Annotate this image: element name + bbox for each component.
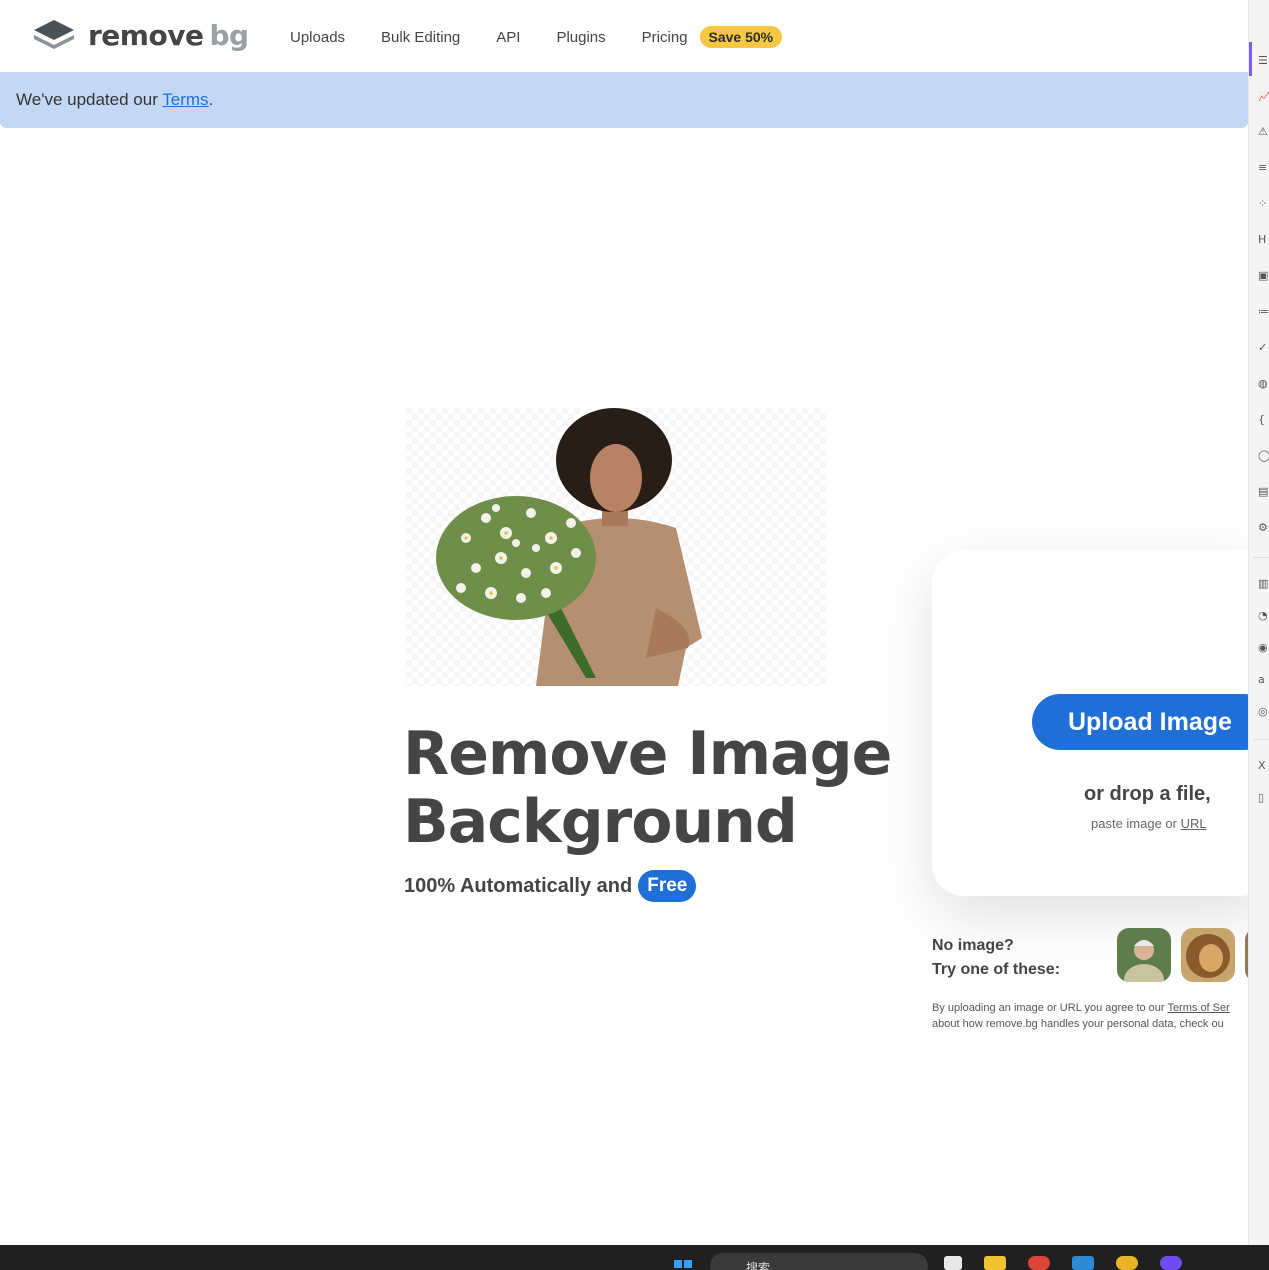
nav-api[interactable]: API: [496, 29, 520, 46]
site-header: remove bg Uploads Bulk Editing API Plugin…: [0, 0, 1248, 72]
main-nav: Uploads Bulk Editing API Plugins Pricing…: [290, 26, 783, 48]
taskbar-search-placeholder: 搜索: [746, 1261, 771, 1270]
user-icon[interactable]: ◯: [1258, 450, 1269, 462]
legal-line1-prefix: By uploading an image or URL you agree t…: [932, 1002, 1168, 1014]
amazon-icon[interactable]: a: [1258, 674, 1269, 686]
rail-divider-2: [1253, 739, 1269, 740]
pie-icon[interactable]: ◔: [1258, 610, 1269, 622]
x-icon[interactable]: X: [1258, 760, 1269, 772]
app-face-icon[interactable]: [1160, 1256, 1182, 1270]
paste-text: paste image or URL: [1091, 816, 1207, 831]
windows-start-icon[interactable]: [672, 1256, 694, 1270]
sample-image-lion[interactable]: [1181, 928, 1235, 982]
paste-prefix: paste image or: [1091, 816, 1181, 831]
legal-line1: By uploading an image or URL you agree t…: [932, 1000, 1248, 1016]
hero-subtitle: 100% Automatically and Free: [404, 870, 697, 902]
nav-pricing[interactable]: Pricing: [642, 29, 688, 46]
list-icon[interactable]: ☰: [1258, 55, 1269, 67]
nav-plugins[interactable]: Plugins: [556, 29, 605, 46]
link-check-icon[interactable]: ✓: [1258, 342, 1269, 354]
globe-icon[interactable]: ◍: [1258, 378, 1269, 390]
banner-prefix: We've updated our: [16, 90, 163, 109]
os-taskbar: 搜索: [0, 1245, 1269, 1270]
side-panel-rail: ☰ 📈 ⚠ ≡ ⁘ H ▣ ≔ ✓ ◍ { ◯ ▤ ⚙ ▥ ◔ ◉ a ◎ X …: [1248, 0, 1269, 1245]
sample-image-man[interactable]: [1117, 928, 1171, 982]
sample-prompt-line2: Try one of these:: [932, 961, 1061, 978]
app-check-icon[interactable]: [1116, 1256, 1138, 1270]
rail-divider: [1253, 557, 1269, 558]
hero-image: [406, 408, 826, 686]
heading-icon[interactable]: H: [1258, 234, 1269, 246]
hero-subtitle-text: 100% Automatically and: [404, 874, 633, 897]
hero-title-line2: Background: [403, 787, 798, 857]
logo-text: remove bg: [88, 19, 249, 52]
terms-banner: We've updated our Terms.: [0, 72, 1248, 128]
terms-link[interactable]: Terms: [162, 90, 208, 109]
banner-suffix: .: [208, 90, 214, 109]
hero-title: Remove Image Background: [403, 720, 903, 856]
legal-text: By uploading an image or URL you agree t…: [932, 1000, 1248, 1032]
chrome-icon[interactable]: [1028, 1256, 1050, 1270]
rail-active-indicator: [1249, 42, 1252, 76]
code-braces-icon[interactable]: {: [1258, 414, 1269, 426]
save-badge[interactable]: Save 50%: [699, 26, 783, 48]
nav-bulk-editing[interactable]: Bulk Editing: [381, 29, 460, 46]
chart-line-icon[interactable]: 📈: [1258, 90, 1269, 102]
file-explorer-icon[interactable]: [984, 1256, 1006, 1270]
glasses-icon[interactable]: ◎: [1258, 706, 1269, 718]
logo-layers-icon: [34, 20, 74, 49]
building-icon[interactable]: ▥: [1258, 578, 1269, 590]
vscode-icon[interactable]: [1072, 1256, 1094, 1270]
warning-icon[interactable]: ⚠: [1258, 126, 1269, 138]
trash-icon[interactable]: ▯: [1258, 792, 1269, 804]
terms-of-service-link[interactable]: Terms of Ser: [1167, 1002, 1229, 1014]
drop-file-text: or drop a file,: [1084, 783, 1211, 805]
image-icon[interactable]: ▣: [1258, 270, 1269, 282]
url-link[interactable]: URL: [1181, 816, 1207, 831]
sample-prompt: No image? Try one of these:: [932, 934, 1060, 982]
upload-image-button[interactable]: Upload Image: [1032, 694, 1269, 750]
gear-icon[interactable]: ⚙: [1258, 522, 1269, 534]
free-badge: Free: [638, 870, 697, 902]
eye-icon[interactable]: ◉: [1258, 642, 1269, 654]
hero-title-line1: Remove Image: [403, 719, 892, 789]
legal-line2: about how remove.bg handles your persona…: [932, 1018, 1224, 1030]
numbered-list-icon[interactable]: ≔: [1258, 306, 1269, 318]
logo-word-remove: remove: [88, 18, 204, 52]
taskbar-search[interactable]: 搜索: [710, 1253, 928, 1270]
list-settings-icon[interactable]: ≡: [1258, 162, 1269, 174]
server-icon[interactable]: ▤: [1258, 486, 1269, 498]
logo-word-bg: bg: [209, 18, 249, 52]
logo[interactable]: remove bg: [32, 18, 249, 52]
nav-uploads[interactable]: Uploads: [290, 29, 345, 46]
page: remove bg Uploads Bulk Editing API Plugin…: [0, 0, 1269, 1270]
scatter-icon[interactable]: ⁘: [1258, 198, 1269, 210]
upload-card[interactable]: Upload Image or drop a file, paste image…: [932, 550, 1269, 896]
sample-prompt-line1: No image?: [932, 937, 1014, 954]
task-view-icon[interactable]: [944, 1256, 962, 1270]
